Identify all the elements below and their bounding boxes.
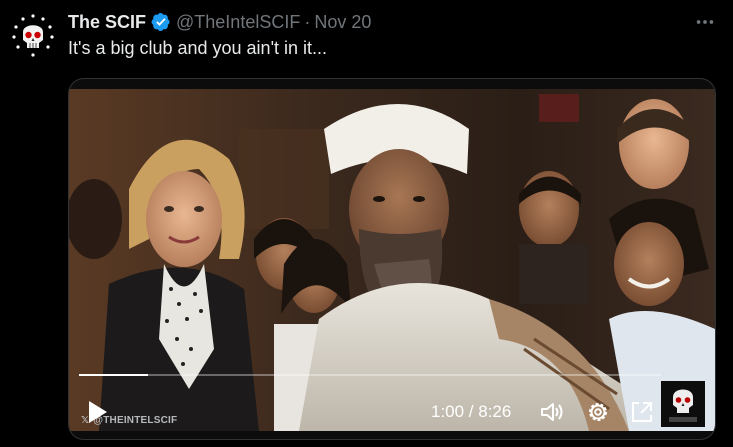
skull-logo-icon [661,381,705,427]
volume-icon [541,403,563,421]
more-dots-icon [696,20,714,24]
author-name[interactable]: The SCIF [68,12,146,33]
separator-dot: · [304,11,311,32]
play-button[interactable] [85,399,109,425]
author-avatar[interactable] [8,10,58,60]
verified-badge-icon[interactable] [151,12,171,32]
tweet-header: The SCIF @TheIntelSCIF · Nov 20 [68,11,371,33]
tweet-date[interactable]: Nov 20 [314,12,371,33]
settings-gear-icon [589,403,607,421]
video-player[interactable]: 𝕏 @THEINTELSCIF 1:00 / 8:26 [68,78,716,440]
more-options-button[interactable] [692,11,718,33]
channel-corner-logo [661,381,705,427]
skull-stars-logo-icon [8,10,58,60]
video-frame[interactable] [69,89,715,431]
popout-button[interactable] [629,399,655,425]
author-handle[interactable]: @TheIntelSCIF [176,12,300,33]
settings-button[interactable] [585,399,611,425]
volume-button[interactable] [539,399,565,425]
tweet-text: It's a big club and you ain't in it... [68,38,328,58]
popout-icon [632,402,652,422]
video-progress-bar[interactable] [79,374,661,376]
video-progress-fill [79,374,148,376]
play-icon [89,401,107,423]
video-timecode: 1:00 / 8:26 [431,402,512,421]
